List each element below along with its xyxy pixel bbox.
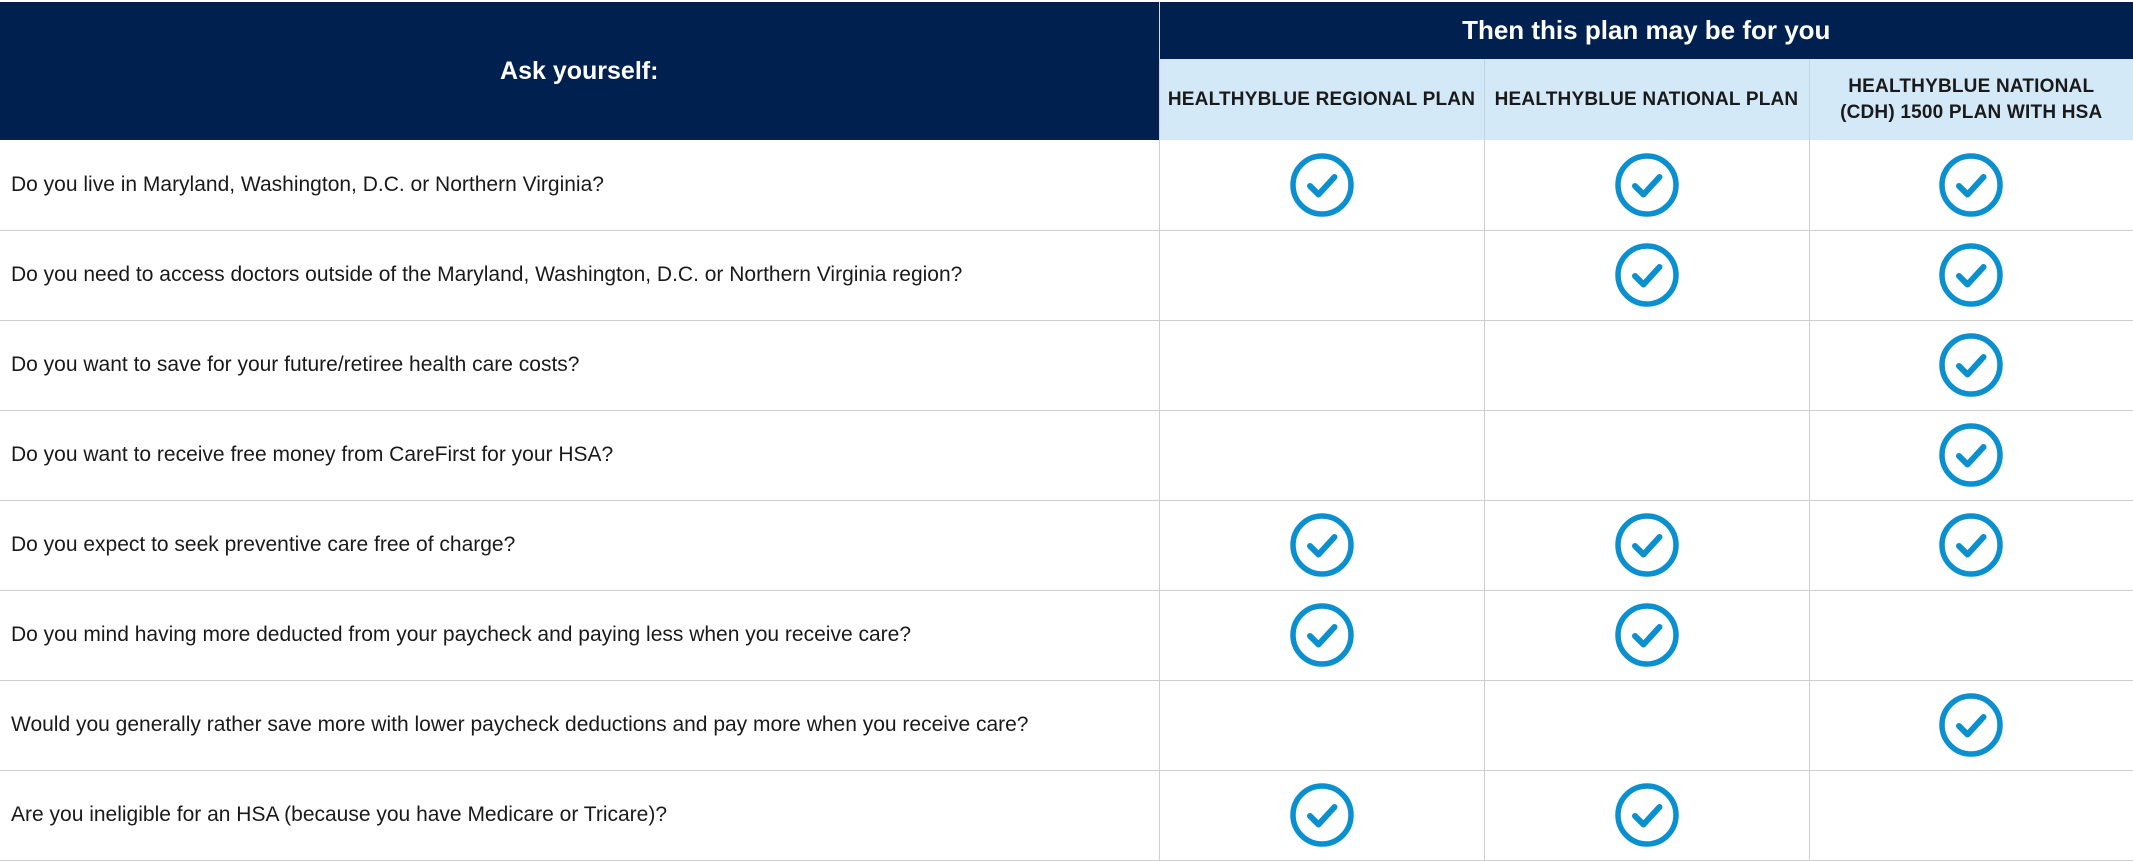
- mark-cell: [1484, 590, 1810, 681]
- table-row: Are you ineligible for an HSA (because y…: [0, 770, 2133, 861]
- mark-cell: [1809, 320, 2133, 411]
- mark-cell: [1484, 230, 1810, 321]
- plan-comparison-table: Ask yourself: Then this plan may be for …: [0, 2, 2133, 861]
- table-row: Do you want to receive free money from C…: [0, 410, 2133, 501]
- mark-cell: [1809, 590, 2133, 681]
- question-cell: Would you generally rather save more wit…: [0, 680, 1160, 771]
- mark-cell: [1484, 500, 1810, 591]
- mark-cell: [1809, 410, 2133, 501]
- check-circle-icon: [1939, 513, 2003, 577]
- question-cell: Do you need to access doctors outside of…: [0, 230, 1160, 321]
- mark-cell: [1484, 410, 1810, 501]
- check-circle-icon: [1939, 423, 2003, 487]
- check-circle-icon: [1939, 333, 2003, 397]
- mark-cell: [1159, 680, 1485, 771]
- check-circle-icon: [1289, 513, 1354, 577]
- mark-cell: [1484, 140, 1810, 231]
- plan-header-cdh-hsa: HEALTHYBLUE NATIONAL (CDH) 1500 PLAN WIT…: [1808, 59, 2133, 140]
- mark-cell: [1809, 770, 2133, 861]
- table-row: Do you expect to seek preventive care fr…: [0, 500, 2133, 591]
- plan-header-national: HEALTHYBLUE NATIONAL PLAN: [1483, 59, 1809, 140]
- mark-cell: [1809, 140, 2133, 231]
- check-circle-icon: [1289, 153, 1354, 217]
- table-row: Do you live in Maryland, Washington, D.C…: [0, 140, 2133, 231]
- check-circle-icon: [1289, 603, 1354, 667]
- table-row: Do you need to access doctors outside of…: [0, 230, 2133, 321]
- mark-cell: [1159, 230, 1485, 321]
- mark-cell: [1484, 680, 1810, 771]
- mark-cell: [1809, 680, 2133, 771]
- mark-cell: [1484, 770, 1810, 861]
- mark-cell: [1809, 500, 2133, 591]
- question-cell: Do you want to save for your future/reti…: [0, 320, 1160, 411]
- question-cell: Do you live in Maryland, Washington, D.C…: [0, 140, 1160, 231]
- question-cell: Do you want to receive free money from C…: [0, 410, 1160, 501]
- check-circle-icon: [1614, 603, 1679, 667]
- mark-cell: [1159, 320, 1485, 411]
- check-circle-icon: [1939, 693, 2003, 757]
- then-plan-header: Then this plan may be for you: [1158, 2, 2133, 60]
- ask-yourself-header: Ask yourself:: [0, 2, 1159, 140]
- mark-cell: [1159, 500, 1485, 591]
- mark-cell: [1159, 140, 1485, 231]
- check-circle-icon: [1614, 243, 1679, 307]
- table-row: Would you generally rather save more wit…: [0, 680, 2133, 771]
- check-circle-icon: [1939, 153, 2003, 217]
- check-circle-icon: [1614, 783, 1679, 847]
- question-cell: Are you ineligible for an HSA (because y…: [0, 770, 1160, 861]
- plan-header-regional: HEALTHYBLUE REGIONAL PLAN: [1158, 59, 1484, 140]
- plan-header-cdh-hsa-label: HEALTHYBLUE NATIONAL (CDH) 1500 PLAN WIT…: [1840, 75, 2103, 123]
- check-circle-icon: [1289, 783, 1354, 847]
- check-circle-icon: [1614, 513, 1679, 577]
- table-row: Do you want to save for your future/reti…: [0, 320, 2133, 411]
- mark-cell: [1159, 410, 1485, 501]
- mark-cell: [1484, 320, 1810, 411]
- mark-cell: [1159, 590, 1485, 681]
- question-rows: Do you live in Maryland, Washington, D.C…: [0, 140, 2133, 861]
- question-cell: Do you expect to seek preventive care fr…: [0, 500, 1160, 591]
- table-row: Do you mind having more deducted from yo…: [0, 590, 2133, 681]
- question-cell: Do you mind having more deducted from yo…: [0, 590, 1160, 681]
- mark-cell: [1809, 230, 2133, 321]
- mark-cell: [1159, 770, 1485, 861]
- check-circle-icon: [1614, 153, 1679, 217]
- check-circle-icon: [1939, 243, 2003, 307]
